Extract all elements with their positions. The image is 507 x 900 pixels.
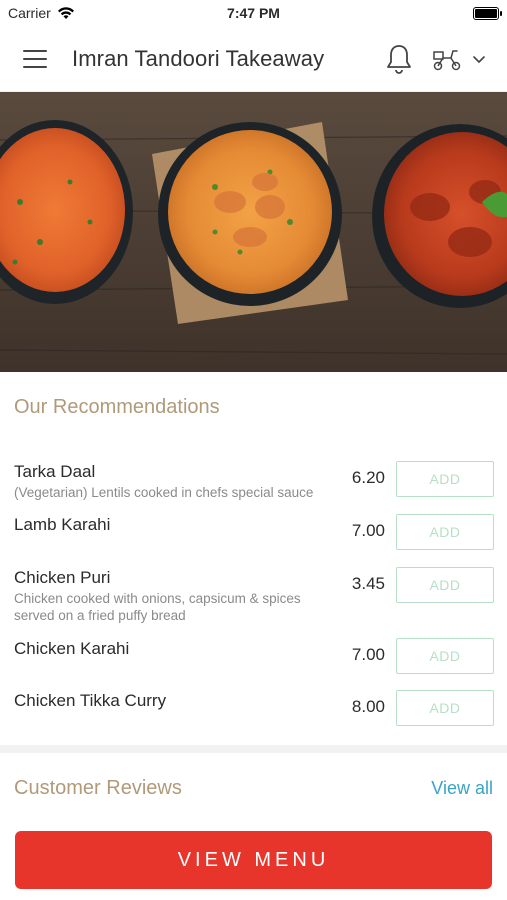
add-button[interactable]: ADD: [396, 567, 494, 603]
dish-name: Lamb Karahi: [14, 515, 111, 534]
add-button[interactable]: ADD: [396, 514, 494, 550]
section-divider: [0, 745, 507, 753]
dish-name: Chicken Tikka Curry: [14, 691, 167, 710]
view-all-reviews-link[interactable]: View all: [431, 778, 493, 799]
status-bar: Carrier 7:47 PM: [0, 0, 507, 26]
dish-description: Chicken cooked with onions, capsicum & s…: [14, 591, 301, 623]
dish-name: Chicken Karahi: [14, 639, 130, 658]
battery-icon: [473, 6, 502, 20]
hamburger-menu-icon[interactable]: [20, 48, 50, 70]
dish-description: (Vegetarian) Lentils cooked in chefs spe…: [14, 485, 314, 500]
status-left: Carrier: [8, 5, 75, 21]
dish-name: Chicken Puri: [14, 568, 111, 587]
recommendations-title: Our Recommendations: [14, 396, 220, 418]
add-button[interactable]: ADD: [396, 638, 494, 674]
wifi-icon: [57, 6, 74, 19]
reviews-title: Customer Reviews: [14, 777, 182, 799]
carrier-label: Carrier: [8, 5, 51, 21]
bell-icon[interactable]: [385, 43, 413, 75]
dish-price: 7.00: [351, 521, 385, 540]
dish-price: 6.20: [351, 468, 385, 487]
delivery-scooter-icon[interactable]: [431, 46, 463, 72]
curry-bowls-illustration: [0, 92, 507, 372]
add-button[interactable]: ADD: [396, 690, 494, 726]
chevron-down-icon[interactable]: [471, 51, 487, 67]
dish-price: 3.45: [351, 574, 385, 593]
dish-price: 8.00: [351, 697, 385, 716]
app-header: Imran Tandoori Takeaway: [0, 26, 507, 92]
hero-food-image: [0, 92, 507, 372]
dish-price: 7.00: [351, 645, 385, 664]
view-menu-button[interactable]: VIEW MENU: [15, 831, 492, 889]
dish-name: Tarka Daal: [14, 462, 96, 481]
restaurant-title: Imran Tandoori Takeaway: [72, 45, 325, 71]
add-button[interactable]: ADD: [396, 461, 494, 497]
status-time: 7:47 PM: [227, 5, 280, 21]
